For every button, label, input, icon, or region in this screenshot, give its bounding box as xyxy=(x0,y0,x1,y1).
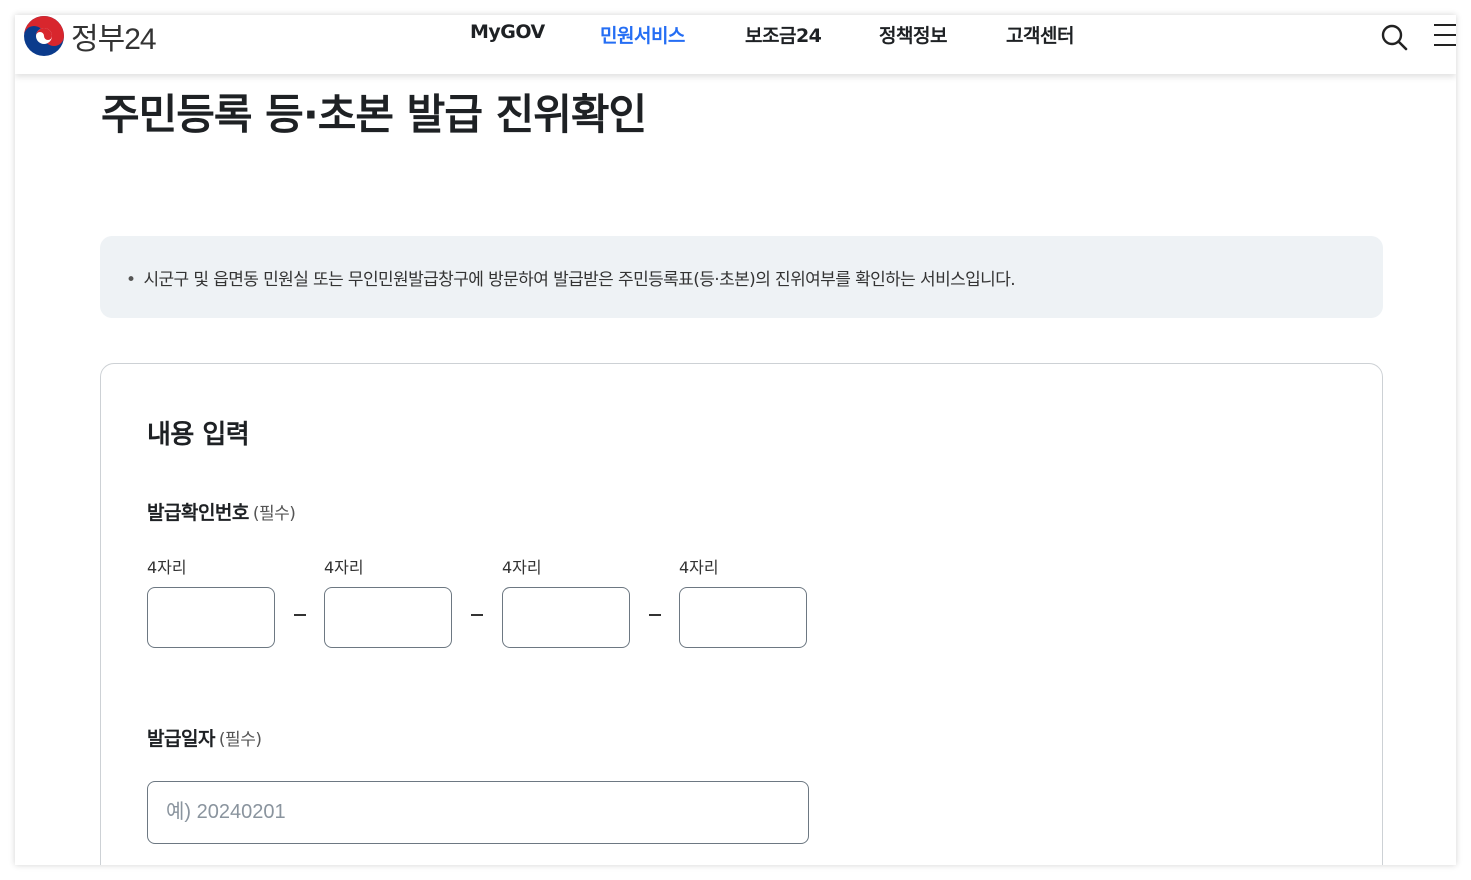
dash-separator xyxy=(471,614,483,616)
search-icon[interactable] xyxy=(1380,23,1408,51)
issue-number-label: 발급확인번호 (필수) xyxy=(147,498,296,525)
issue-number-part-label: 4자리 xyxy=(679,558,719,577)
issue-number-part-label: 4자리 xyxy=(147,558,187,577)
dash-separator xyxy=(649,614,661,616)
issue-number-input-4[interactable] xyxy=(679,587,807,648)
issue-number-part-label: 4자리 xyxy=(324,558,364,577)
nav-item-policy-info[interactable]: 정책정보 xyxy=(879,21,947,48)
issue-date-label: 발급일자 (필수) xyxy=(147,724,262,751)
issue-number-part-label: 4자리 xyxy=(502,558,542,577)
menu-icon[interactable] xyxy=(1434,24,1456,48)
issue-date-label-text: 발급일자 xyxy=(147,728,215,750)
nav-item-mygov[interactable]: MyGOV xyxy=(470,21,545,43)
info-notice: 시군구 및 읍면동 민원실 또는 무인민원발급창구에 방문하여 발급받은 주민등… xyxy=(100,236,1383,318)
issue-number-input-3[interactable] xyxy=(502,587,630,648)
issue-date-input[interactable] xyxy=(147,781,809,844)
main-nav: MyGOV 민원서비스 보조금24 정책정보 고객센터 xyxy=(15,21,1456,51)
browser-viewport: 정부24 MyGOV 민원서비스 보조금24 정책정보 고객센터 주민등록 등·… xyxy=(15,15,1456,865)
required-mark: (필수) xyxy=(252,504,296,524)
dash-separator xyxy=(294,614,306,616)
nav-item-customer-center[interactable]: 고객센터 xyxy=(1006,21,1074,48)
issue-number-input-1[interactable] xyxy=(147,587,275,648)
required-mark: (필수) xyxy=(218,730,262,750)
issue-number-label-text: 발급확인번호 xyxy=(147,502,249,524)
site-header: 정부24 MyGOV 민원서비스 보조금24 정책정보 고객센터 xyxy=(15,15,1456,74)
page-title: 주민등록 등·초본 발급 진위확인 xyxy=(101,90,647,139)
issue-number-input-2[interactable] xyxy=(324,587,452,648)
notice-text: 시군구 및 읍면동 민원실 또는 무인민원발급창구에 방문하여 발급받은 주민등… xyxy=(126,265,1015,290)
nav-item-subsidy24[interactable]: 보조금24 xyxy=(745,21,822,48)
section-title: 내용 입력 xyxy=(147,420,250,450)
input-form-card: 내용 입력 발급확인번호 (필수) 4자리 4자리 4자리 4자리 발급일자 (필수… xyxy=(100,363,1383,865)
nav-item-civil-service[interactable]: 민원서비스 xyxy=(600,21,685,48)
